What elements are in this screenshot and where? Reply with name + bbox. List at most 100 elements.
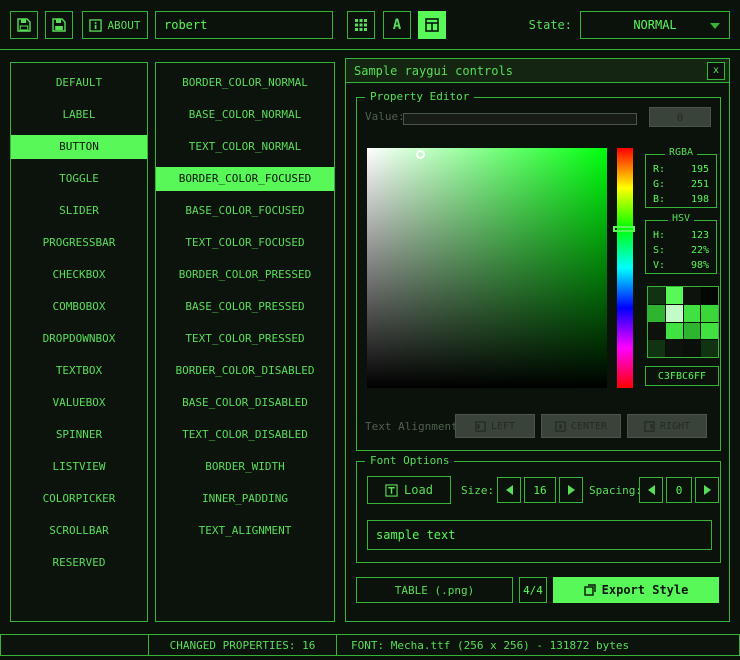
color-swatch <box>648 305 665 322</box>
control-list-item[interactable]: LABEL <box>11 103 147 127</box>
property-list-item[interactable]: BASE_COLOR_FOCUSED <box>156 199 334 223</box>
control-list-item[interactable]: COMBOBOX <box>11 295 147 319</box>
control-list-item[interactable]: SCROLLBAR <box>11 519 147 543</box>
font-load-button[interactable]: Load <box>367 476 451 504</box>
property-list-item[interactable]: BASE_COLOR_PRESSED <box>156 295 334 319</box>
hue-slider-handle[interactable] <box>613 226 635 232</box>
rguistyler-app: ABOUT A State: NORMAL <box>0 0 740 660</box>
spacing-decrement-button[interactable] <box>639 477 663 503</box>
size-spinner: 16 <box>497 477 583 503</box>
align-left-button[interactable]: LEFT <box>455 414 535 438</box>
color-swatch <box>701 305 718 322</box>
control-list-item[interactable]: SLIDER <box>11 199 147 223</box>
hsv-panel: HSV H: 123 S: 22% V: 98% <box>645 220 717 274</box>
property-list-item[interactable]: BASE_COLOR_NORMAL <box>156 103 334 127</box>
hsv-label: HSV <box>668 213 694 224</box>
chevron-down-icon <box>710 23 720 29</box>
save-style-button[interactable] <box>45 11 73 39</box>
control-list-item[interactable]: LISTVIEW <box>11 455 147 479</box>
control-list-item[interactable]: PROGRESSBAR <box>11 231 147 255</box>
color-swatch <box>648 340 665 357</box>
value-box-text: 0 <box>677 111 684 124</box>
text-alignment-label: Text Alignment <box>365 420 458 433</box>
controls-view-button[interactable] <box>418 11 446 39</box>
control-list-item[interactable]: COLORPICKER <box>11 487 147 511</box>
property-list-item[interactable]: TEXT_COLOR_FOCUSED <box>156 231 334 255</box>
control-list-item[interactable]: TOGGLE <box>11 167 147 191</box>
window-close-button[interactable]: x <box>707 62 725 80</box>
color-swatch <box>648 323 665 340</box>
control-list-item[interactable]: DEFAULT <box>11 71 147 95</box>
property-list-item[interactable]: BORDER_COLOR_DISABLED <box>156 359 334 383</box>
font-options-label: Font Options <box>365 454 454 467</box>
property-list-item[interactable]: TEXT_COLOR_NORMAL <box>156 135 334 159</box>
control-list-item[interactable]: CHECKBOX <box>11 263 147 287</box>
control-list-item[interactable]: RESERVED <box>11 551 147 575</box>
value-slider[interactable] <box>403 113 637 125</box>
property-list-item[interactable]: BORDER_COLOR_PRESSED <box>156 263 334 287</box>
property-list-item[interactable]: BASE_COLOR_DISABLED <box>156 391 334 415</box>
load-style-button[interactable] <box>10 11 38 39</box>
pages-value-box[interactable]: 4/4 <box>519 577 547 603</box>
value-box[interactable]: 0 <box>649 107 711 127</box>
size-decrement-button[interactable] <box>497 477 521 503</box>
size-increment-button[interactable] <box>559 477 583 503</box>
spacing-value-box[interactable]: 0 <box>666 477 692 503</box>
h-value: 123 <box>691 228 709 243</box>
sample-text-input[interactable] <box>367 520 712 550</box>
size-value-box[interactable]: 16 <box>524 477 556 503</box>
align-center-button[interactable]: CENTER <box>541 414 621 438</box>
control-list-item[interactable]: VALUEBOX <box>11 391 147 415</box>
style-color-grid <box>647 286 719 358</box>
property-list-item[interactable]: TEXT_COLOR_DISABLED <box>156 423 334 447</box>
control-list-item[interactable]: TEXTBOX <box>11 359 147 383</box>
floppy-save-icon <box>51 17 67 33</box>
about-button[interactable]: ABOUT <box>82 11 148 39</box>
changed-properties-text: CHANGED PROPERTIES: 16 <box>170 639 316 652</box>
table-icon <box>425 18 439 32</box>
control-list-item[interactable]: DROPDOWNBOX <box>11 327 147 351</box>
color-picker-panel[interactable] <box>367 148 607 388</box>
color-picker-cursor[interactable] <box>416 150 425 159</box>
font-view-button[interactable]: A <box>383 11 411 39</box>
rgba-panel: RGBA R: 195 G: 251 B: 198 <box>645 154 717 208</box>
color-swatch <box>684 323 701 340</box>
property-list-item-selected[interactable]: BORDER_COLOR_FOCUSED <box>156 167 334 191</box>
align-left-label: LEFT <box>491 421 515 432</box>
v-label: V: <box>653 258 665 273</box>
property-list-item[interactable]: BORDER_COLOR_NORMAL <box>156 71 334 95</box>
export-format-dropdown[interactable]: TABLE (.png) <box>356 577 513 603</box>
property-list-item[interactable]: INNER_PADDING <box>156 487 334 511</box>
property-list-item[interactable]: TEXT_ALIGNMENT <box>156 519 334 543</box>
control-list-item[interactable]: SPINNER <box>11 423 147 447</box>
grid-icon <box>354 18 368 32</box>
properties-list: BORDER_COLOR_NORMAL BASE_COLOR_NORMAL TE… <box>155 62 335 622</box>
align-right-button[interactable]: RIGHT <box>627 414 707 438</box>
color-swatch <box>666 287 683 304</box>
hue-slider[interactable] <box>617 148 633 388</box>
spacing-increment-button[interactable] <box>695 477 719 503</box>
style-name-input[interactable] <box>155 11 333 39</box>
state-dropdown[interactable]: NORMAL <box>580 11 730 39</box>
rgba-row-r: R: 195 <box>646 162 716 177</box>
s-label: S: <box>653 243 665 258</box>
property-list-item[interactable]: TEXT_COLOR_PRESSED <box>156 327 334 351</box>
export-style-button[interactable]: Export Style <box>553 577 719 603</box>
color-swatch <box>648 287 665 304</box>
spacing-value: 0 <box>676 484 683 497</box>
spacing-label: Spacing: <box>589 484 642 497</box>
window-titlebar[interactable]: Sample raygui controls <box>346 59 729 83</box>
statusbar-font-info: FONT: Mecha.ttf (256 x 256) - 131872 byt… <box>336 634 740 656</box>
color-swatch <box>666 323 683 340</box>
style-table-view-button[interactable] <box>347 11 375 39</box>
font-load-label: Load <box>404 483 433 497</box>
property-list-item[interactable]: BORDER_WIDTH <box>156 455 334 479</box>
export-style-label: Export Style <box>602 583 689 597</box>
hex-color-value[interactable]: C3FBC6FF <box>645 366 719 386</box>
control-list-item-selected[interactable]: BUTTON <box>11 135 147 159</box>
pages-value: 4/4 <box>523 584 543 597</box>
color-swatch <box>684 287 701 304</box>
color-swatch <box>701 323 718 340</box>
b-value: 198 <box>691 192 709 207</box>
rgba-row-b: B: 198 <box>646 192 716 207</box>
